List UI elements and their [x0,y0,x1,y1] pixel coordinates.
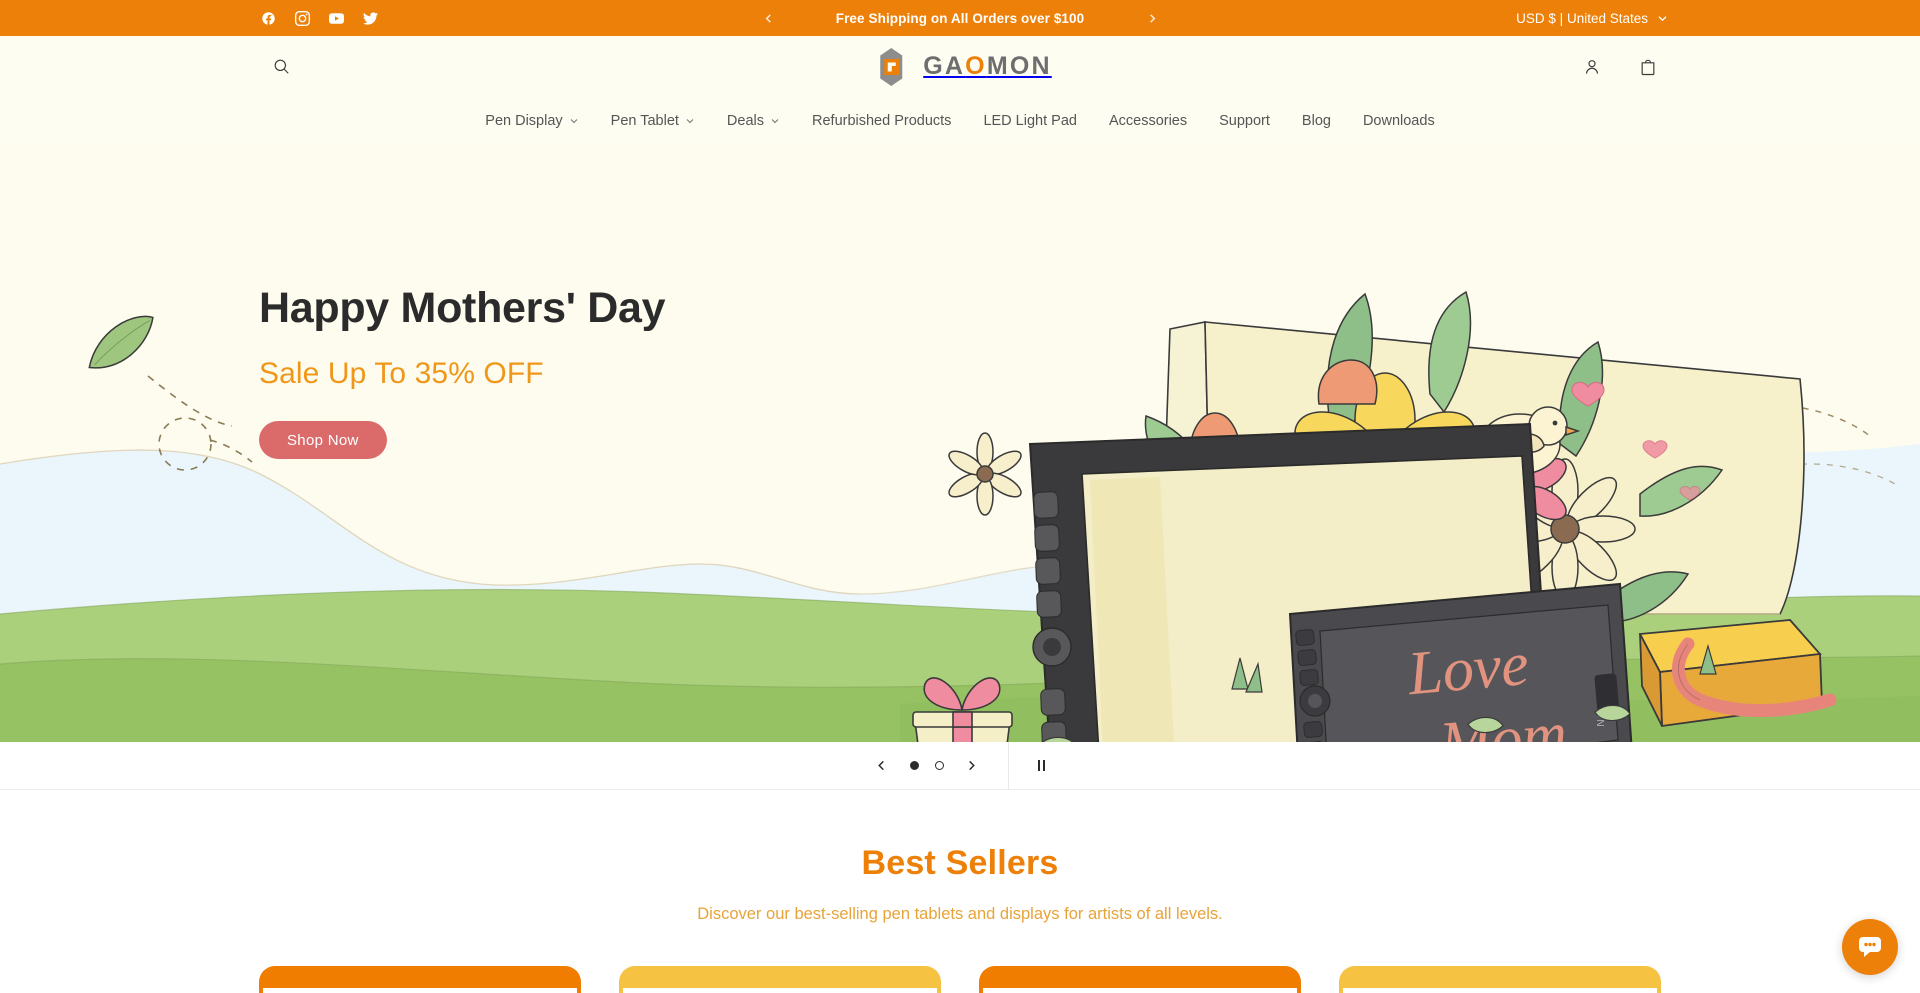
main-navigation: Pen Display Pen Tablet Deals Refurbished… [0,97,1920,144]
currency-label: USD $ | United States [1516,10,1648,26]
nav-label: LED Light Pad [983,112,1077,129]
nav-label: Support [1219,112,1270,129]
youtube-icon[interactable] [326,8,346,28]
chevron-down-icon [686,118,694,123]
nav-item-support[interactable]: Support [1203,97,1286,144]
nav-label: Refurbished Products [812,112,952,129]
product-card[interactable] [619,966,941,993]
nav-label: Pen Display [485,112,563,129]
product-card-header [619,966,941,988]
product-card[interactable] [979,966,1301,993]
facebook-icon[interactable] [258,8,278,28]
nav-label: Accessories [1108,112,1188,129]
product-card-header [979,966,1301,988]
logo-text: GAOMON [923,52,1052,80]
chat-bubble-icon [1859,937,1881,957]
nav-item-pen-tablet[interactable]: Pen Tablet [595,97,711,144]
carousel-dots [900,761,954,770]
announcement-message: Free Shipping on All Orders over $100 [835,10,1085,26]
nav-item-pen-display[interactable]: Pen Display [469,97,594,144]
nav-item-deals[interactable]: Deals [711,97,796,144]
nav-item-downloads[interactable]: Downloads [1347,97,1451,144]
product-card[interactable] [1339,966,1661,993]
nav-item-accessories[interactable]: Accessories [1093,97,1203,144]
account-button[interactable] [1570,45,1614,89]
chevron-down-icon [771,118,779,123]
gaomon-logo-icon [880,47,903,86]
product-card-grid [0,966,1920,993]
carousel-next-button[interactable] [954,748,990,784]
announcement-bar: Free Shipping on All Orders over $100 US… [0,0,1920,36]
carousel-prev-button[interactable] [864,748,900,784]
hero-banner: GAOMON Love Mom GAOMON [0,144,1920,742]
hero-title: Happy Mothers' Day [259,284,666,332]
hero-subtitle: Sale Up To 35% OFF [259,357,544,391]
pause-icon-bar [1038,760,1040,771]
announcement-next-button[interactable] [1130,0,1174,36]
nav-label: Deals [726,112,764,129]
chevron-down-icon [1658,15,1667,21]
shop-now-button[interactable]: Shop Now [259,421,387,460]
product-card-header [1339,966,1661,988]
best-sellers-subtitle: Discover our best-selling pen tablets an… [697,905,1223,923]
hero-content: Happy Mothers' Day Sale Up To 35% OFF Sh… [259,284,666,460]
search-icon [274,59,289,74]
product-card[interactable] [259,966,581,993]
social-links [258,8,380,28]
announcement-prev-button[interactable] [746,0,790,36]
nav-item-blog[interactable]: Blog [1286,97,1347,144]
pause-icon-bar [1043,760,1045,771]
currency-selector[interactable]: USD $ | United States [1516,11,1668,26]
best-sellers-title: Best Sellers [861,844,1059,882]
instagram-icon[interactable] [292,8,312,28]
carousel-controls [0,741,1920,790]
best-sellers-section: Best Sellers Discover our best-selling p… [0,790,1920,993]
carousel-pause-button[interactable] [1027,751,1057,781]
svg-text:Love: Love [1404,630,1531,708]
site-logo[interactable]: GAOMON [868,47,1052,87]
cart-button[interactable] [1626,45,1670,89]
product-card-header [259,966,581,988]
nav-item-led-light-pad[interactable]: LED Light Pad [967,97,1093,144]
nav-label: Downloads [1362,112,1435,129]
chat-widget-button[interactable] [1842,919,1898,975]
user-icon [1586,59,1598,74]
nav-item-refurbished-products[interactable]: Refurbished Products [796,97,967,144]
twitter-icon[interactable] [360,8,380,28]
announcement-carousel: Free Shipping on All Orders over $100 [746,0,1174,36]
shopping-bag-icon [1641,59,1655,75]
site-header: GAOMON [0,36,1920,97]
search-button[interactable] [259,45,303,89]
nav-label: Pen Tablet [610,112,679,129]
nav-label: Blog [1301,112,1331,129]
carousel-dot-2[interactable] [934,761,944,770]
chevron-down-icon [570,118,578,123]
carousel-dot-1[interactable] [909,761,919,770]
carousel-divider [1007,741,1009,790]
